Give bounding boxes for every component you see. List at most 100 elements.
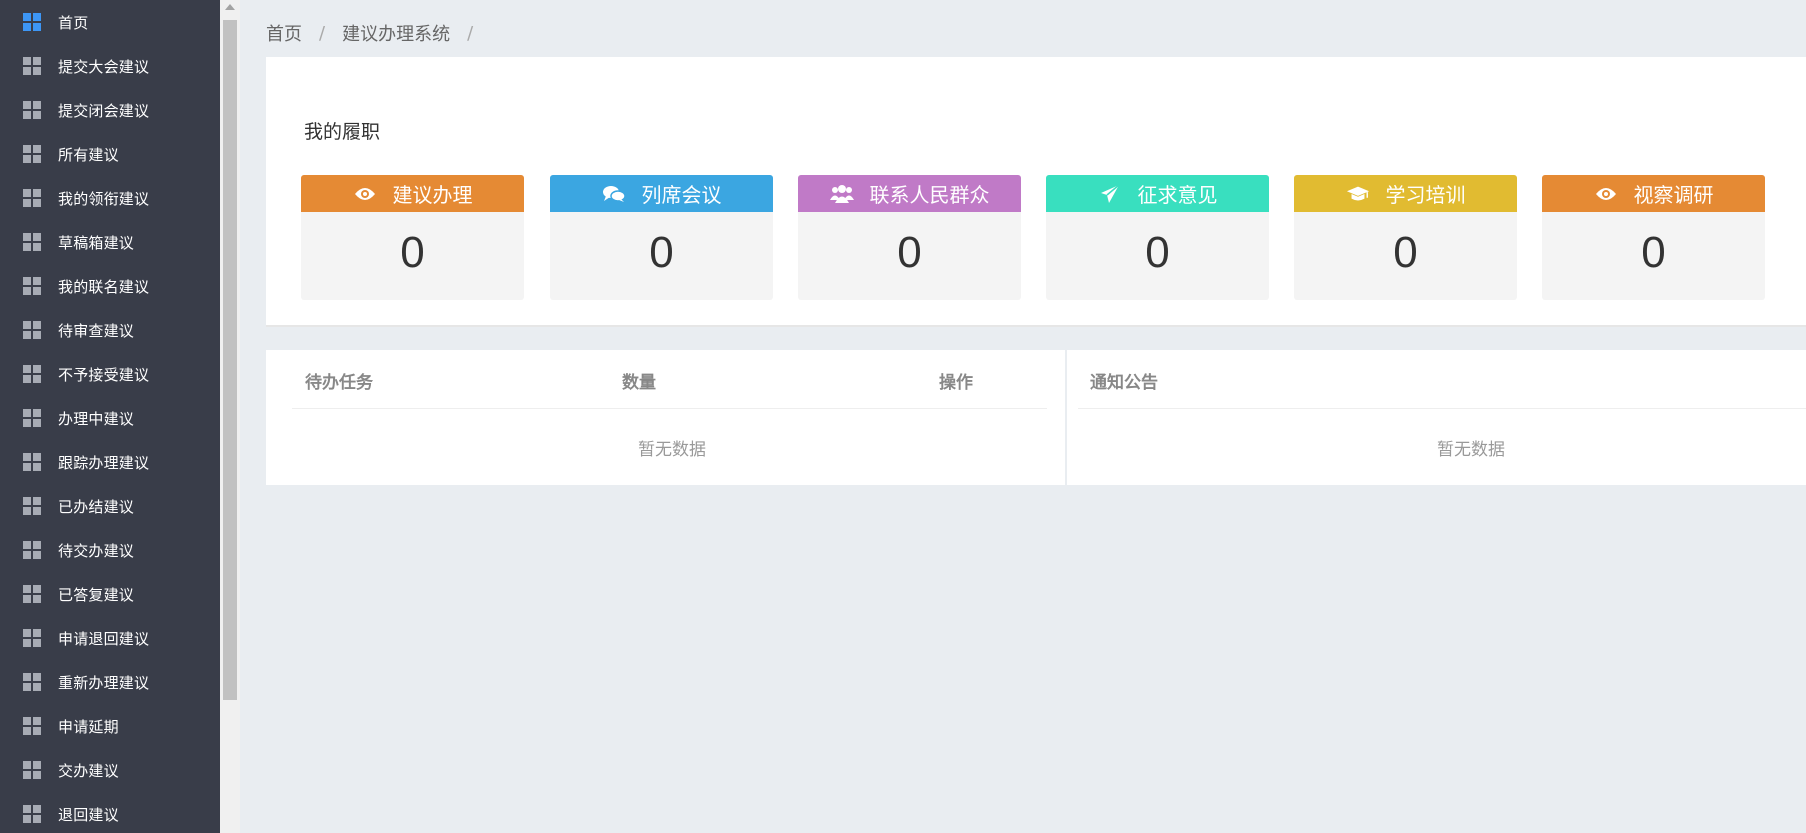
sidebar-item-label: 跟踪办理建议 <box>58 453 150 472</box>
sidebar-item-label: 所有建议 <box>58 145 119 164</box>
sidebar-item-label: 我的领衔建议 <box>58 189 150 208</box>
stat-card-contact-people[interactable]: 联系人民群众 0 <box>798 175 1021 300</box>
grid-icon <box>23 145 41 163</box>
table-header-line <box>292 408 1047 409</box>
breadcrumb-separator: / <box>467 22 474 44</box>
grid-icon <box>23 673 41 691</box>
grid-icon <box>23 233 41 251</box>
graduation-cap-icon <box>1346 183 1370 205</box>
sidebar-item[interactable]: 不予接受建议 <box>0 352 220 396</box>
sidebar-item-label: 已答复建议 <box>58 585 135 604</box>
stat-value: 0 <box>649 228 674 277</box>
notices-title: 通知公告 <box>1090 373 1158 393</box>
stat-card-solicit-opinions[interactable]: 征求意见 0 <box>1046 175 1269 300</box>
sidebar: 首页提交大会建议 提交闭会建议 所有建议我的领衔建议草稿箱建议我的联名建议 待审查建议… <box>0 0 220 833</box>
sidebar-item-label: 待审查建议 <box>58 321 135 340</box>
stat-value: 0 <box>1641 228 1666 277</box>
sidebar-scrollbar[interactable] <box>220 0 240 833</box>
eye-icon <box>353 183 377 205</box>
col-header-count: 数量 <box>622 373 656 393</box>
sidebar-item-label: 交办建议 <box>58 761 119 780</box>
grid-icon <box>23 453 41 471</box>
grid-icon <box>23 409 41 427</box>
grid-icon <box>23 585 41 603</box>
sidebar-item[interactable]: 我的联名建议 <box>0 264 220 308</box>
grid-icon <box>23 717 41 735</box>
grid-icon <box>23 57 41 75</box>
sidebar-item-label: 已办结建议 <box>58 497 135 516</box>
stat-card-suggestion-handling[interactable]: 建议办理 0 <box>301 175 524 300</box>
sidebar-item[interactable]: 首页 <box>0 0 220 44</box>
notices-panel: 通知公告 暂无数据 <box>1067 350 1806 485</box>
stat-label: 征求意见 <box>1137 183 1218 207</box>
sidebar-item[interactable]: 办理中建议 <box>0 396 220 440</box>
stat-card-attend-meetings[interactable]: 列席会议 0 <box>550 175 773 300</box>
tasks-empty-text: 暂无数据 <box>638 440 706 460</box>
notices-empty-text: 暂无数据 <box>1437 440 1505 460</box>
breadcrumb: 首页 / 建议办理系统 / <box>266 20 490 46</box>
tasks-panel: 待办任务 数量 操作 暂无数据 <box>266 350 1065 485</box>
sidebar-item[interactable]: 我的领衔建议 <box>0 176 220 220</box>
col-header-task: 待办任务 <box>305 373 373 393</box>
sidebar-item[interactable]: 提交闭会建议 <box>0 88 220 132</box>
stat-header: 建议办理 <box>301 175 524 212</box>
grid-icon <box>23 629 41 647</box>
sidebar-item[interactable]: 退回建议 <box>0 792 220 833</box>
sidebar-item[interactable]: 所有建议 <box>0 132 220 176</box>
breadcrumb-suggestion-system[interactable]: 建议办理系统 <box>342 20 450 46</box>
users-icon <box>829 183 854 205</box>
scroll-up-arrow-icon[interactable] <box>225 4 235 10</box>
sidebar-item-label: 申请延期 <box>58 717 119 736</box>
eye-icon <box>1594 183 1618 205</box>
scrollbar-thumb[interactable] <box>223 20 237 700</box>
grid-icon <box>23 497 41 515</box>
sidebar-item[interactable]: 待交办建议 <box>0 528 220 572</box>
stat-value: 0 <box>400 228 425 277</box>
sidebar-item-label: 退回建议 <box>58 805 119 824</box>
sidebar-item-label: 我的联名建议 <box>58 277 150 296</box>
sidebar-item[interactable]: 申请退回建议 <box>0 616 220 660</box>
duties-card: 我的履职 建议办理 0 列席会议 0 联系人民群众 0 征求意见 0 学习培训 … <box>266 57 1806 327</box>
stat-header: 征求意见 <box>1046 175 1269 212</box>
stat-label: 视察调研 <box>1633 183 1714 207</box>
stat-value: 0 <box>897 228 922 277</box>
stat-label: 学习培训 <box>1385 183 1466 207</box>
sidebar-item-label: 首页 <box>58 13 89 32</box>
grid-icon <box>23 321 41 339</box>
sidebar-item-label: 待交办建议 <box>58 541 135 560</box>
grid-icon <box>23 13 41 31</box>
stat-card-study-training[interactable]: 学习培训 0 <box>1294 175 1517 300</box>
grid-icon <box>23 365 41 383</box>
sidebar-item[interactable]: 申请延期 <box>0 704 220 748</box>
stat-label: 列席会议 <box>641 183 722 207</box>
grid-icon <box>23 761 41 779</box>
breadcrumb-home[interactable]: 首页 <box>266 20 302 46</box>
grid-icon <box>23 541 41 559</box>
duties-title: 我的履职 <box>304 121 381 143</box>
sidebar-item-label: 提交闭会建议 <box>58 101 150 120</box>
sidebar-item[interactable]: 重新办理建议 <box>0 660 220 704</box>
paper-plane-icon <box>1098 183 1122 205</box>
sidebar-item[interactable]: 已答复建议 <box>0 572 220 616</box>
grid-icon <box>23 805 41 823</box>
sidebar-item[interactable]: 交办建议 <box>0 748 220 792</box>
sidebar-item[interactable]: 提交大会建议 <box>0 44 220 88</box>
sidebar-item[interactable]: 跟踪办理建议 <box>0 440 220 484</box>
sidebar-item[interactable]: 待审查建议 <box>0 308 220 352</box>
sidebar-item[interactable]: 草稿箱建议 <box>0 220 220 264</box>
sidebar-item[interactable]: 已办结建议 <box>0 484 220 528</box>
sidebar-item-label: 提交大会建议 <box>58 57 150 76</box>
sidebar-item-label: 办理中建议 <box>58 409 135 428</box>
card-divider <box>266 325 1806 327</box>
grid-icon <box>23 277 41 295</box>
stat-label: 联系人民群众 <box>869 183 990 207</box>
stat-header: 视察调研 <box>1542 175 1765 212</box>
comments-icon <box>602 183 626 205</box>
grid-icon <box>23 101 41 119</box>
stat-card-inspection-research[interactable]: 视察调研 0 <box>1542 175 1765 300</box>
stat-header: 列席会议 <box>550 175 773 212</box>
sidebar-item-label: 申请退回建议 <box>58 629 150 648</box>
stat-value: 0 <box>1145 228 1170 277</box>
stat-value: 0 <box>1393 228 1418 277</box>
stat-header: 学习培训 <box>1294 175 1517 212</box>
